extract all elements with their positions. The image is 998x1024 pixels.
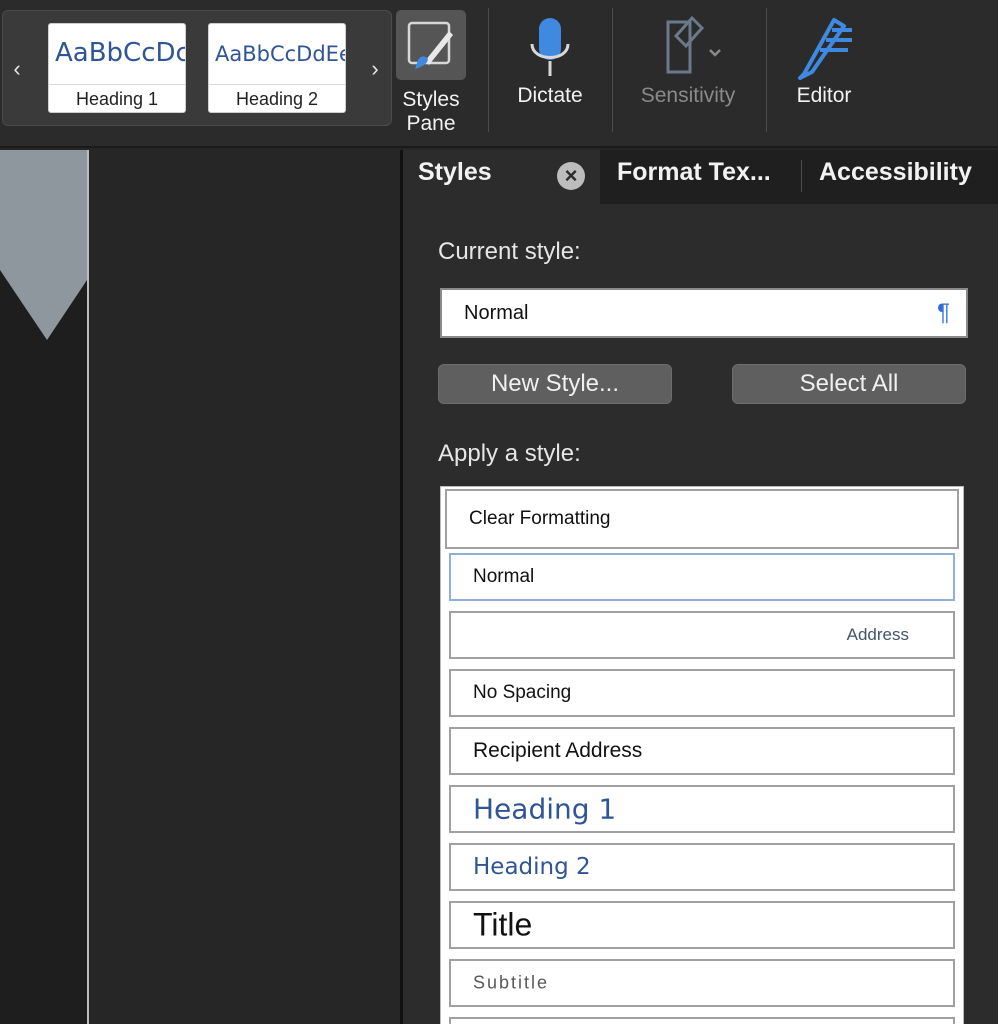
apply-style-label: Apply a style: bbox=[438, 440, 581, 467]
gallery-item-heading-2[interactable]: AaBbCcDdEe Heading 2 bbox=[208, 23, 346, 113]
style-item-clear-formatting[interactable]: Clear Formatting bbox=[445, 489, 959, 549]
style-list: Clear Formatting Normal Address No Spaci… bbox=[440, 486, 964, 1024]
current-style-label: Current style: bbox=[438, 238, 581, 265]
style-item-label: No Spacing bbox=[473, 682, 572, 703]
style-item-heading-2[interactable]: Heading 2 bbox=[449, 843, 955, 891]
select-all-button[interactable]: Select All bbox=[732, 364, 966, 404]
ribbon-toolbar: ‹ AaBbCcDc Heading 1 AaBbCcDdEe Heading … bbox=[0, 0, 998, 148]
style-item-next[interactable] bbox=[449, 1017, 955, 1024]
style-item-no-spacing[interactable]: No Spacing bbox=[449, 669, 955, 717]
style-item-label: Recipient Address bbox=[473, 739, 643, 762]
ribbon-separator bbox=[612, 8, 613, 132]
styles-pane: Styles × Format Tex... Accessibility Cur… bbox=[403, 150, 998, 1024]
style-item-label: Normal bbox=[473, 566, 535, 587]
styles-pane-label-2: Pane bbox=[406, 112, 456, 135]
style-item-label: Subtitle bbox=[473, 972, 550, 993]
style-item-address[interactable]: Address bbox=[449, 611, 955, 659]
style-item-subtitle[interactable]: Subtitle bbox=[449, 959, 955, 1007]
style-item-label: Clear Formatting bbox=[469, 508, 611, 529]
tab-styles[interactable]: Styles × bbox=[403, 150, 600, 204]
document-canvas[interactable] bbox=[89, 150, 400, 1024]
styles-pane-label-1: Styles bbox=[402, 88, 460, 111]
gallery-item-sample: AaBbCcDdEe bbox=[215, 42, 346, 66]
pilcrow-icon: ¶ bbox=[937, 299, 950, 326]
sensitivity-button[interactable]: Sensitivity bbox=[632, 10, 744, 108]
style-item-label: Address bbox=[846, 625, 909, 644]
gallery-prev-icon[interactable]: ‹ bbox=[3, 11, 31, 127]
sensitivity-icon bbox=[632, 10, 744, 84]
styles-gallery: ‹ AaBbCcDc Heading 1 AaBbCcDdEe Heading … bbox=[2, 10, 392, 126]
gallery-item-sample: AaBbCcDc bbox=[55, 38, 186, 68]
ribbon-separator bbox=[488, 8, 489, 132]
style-item-recipient-address[interactable]: Recipient Address bbox=[449, 727, 955, 775]
styles-pane-icon bbox=[396, 10, 466, 80]
new-style-button[interactable]: New Style... bbox=[438, 364, 672, 404]
page-bookmark-shape bbox=[0, 150, 87, 340]
sensitivity-label: Sensitivity bbox=[640, 84, 736, 107]
style-item-label: Heading 1 bbox=[473, 792, 617, 826]
current-style-field[interactable]: Normal ¶ bbox=[440, 288, 968, 338]
close-icon[interactable]: × bbox=[557, 162, 585, 190]
gallery-item-heading-1[interactable]: AaBbCcDc Heading 1 bbox=[48, 23, 186, 113]
gallery-item-caption: Heading 1 bbox=[49, 84, 185, 112]
dictate-button[interactable]: Dictate bbox=[510, 10, 590, 108]
microphone-icon bbox=[510, 10, 590, 84]
style-item-label: Title bbox=[473, 906, 533, 943]
tab-styles-label: Styles bbox=[418, 158, 492, 186]
style-item-normal[interactable]: Normal bbox=[449, 553, 955, 601]
style-item-title[interactable]: Title bbox=[449, 901, 955, 949]
tab-accessibility[interactable]: Accessibility bbox=[819, 150, 972, 204]
style-item-heading-1[interactable]: Heading 1 bbox=[449, 785, 955, 833]
current-style-value: Normal bbox=[464, 302, 529, 324]
editor-pen-icon bbox=[786, 10, 862, 84]
app-window: ‹ AaBbCcDc Heading 1 AaBbCcDdEe Heading … bbox=[0, 0, 998, 1024]
style-item-label: Heading 2 bbox=[473, 854, 591, 880]
tab-divider bbox=[801, 160, 802, 192]
gallery-item-caption: Heading 2 bbox=[209, 84, 345, 112]
dictate-label: Dictate bbox=[517, 84, 583, 107]
editor-label: Editor bbox=[796, 84, 852, 107]
styles-pane-button[interactable]: Styles Pane bbox=[396, 10, 466, 136]
editor-button[interactable]: Editor bbox=[786, 10, 862, 108]
gallery-next-icon[interactable]: › bbox=[361, 11, 389, 127]
pane-tab-bar: Styles × Format Tex... Accessibility bbox=[403, 150, 998, 204]
tab-format-text[interactable]: Format Tex... bbox=[617, 150, 771, 204]
ribbon-separator bbox=[766, 8, 767, 132]
